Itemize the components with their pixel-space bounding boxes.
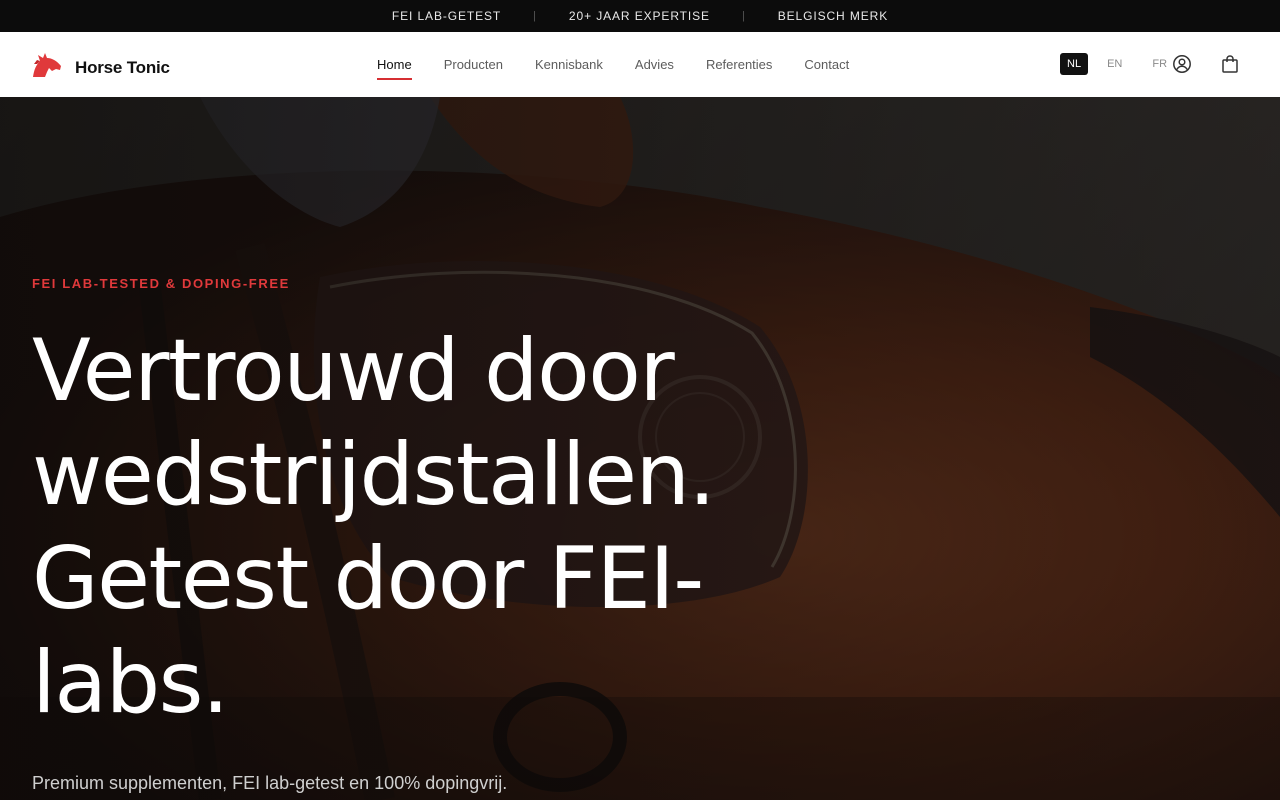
hero-eyebrow: FEI LAB-TESTED & DOPING-FREE — [32, 276, 290, 291]
nav-item-advies[interactable]: Advies — [635, 32, 674, 97]
nav-item-kennisbank[interactable]: Kennisbank — [535, 32, 603, 97]
nav-item-home[interactable]: Home — [377, 32, 412, 97]
lang-fr-button[interactable]: FR — [1145, 53, 1174, 75]
lang-en-button[interactable]: EN — [1100, 53, 1129, 75]
announcement-item: 20+ JAAR EXPERTISE — [568, 9, 710, 23]
hero-subline: Premium supplementen, FEI lab-getest en … — [32, 773, 508, 793]
horse-head-logo-icon — [31, 52, 63, 83]
brand-logo-link[interactable]: Horse Tonic — [31, 52, 170, 83]
announcement-bar: FEI LAB-GETEST | 20+ JAAR EXPERTISE | BE… — [0, 0, 1280, 32]
hero-headline: Vertrouwd door wedstrijdstallen. Getest … — [32, 321, 716, 733]
announcement-item: FEI LAB-GETEST — [391, 9, 502, 23]
hero-section: FEI LAB-TESTED & DOPING-FREE Vertrouwd d… — [0, 97, 1280, 800]
site-header: Horse Tonic Home Producten Kennisbank Ad… — [0, 32, 1280, 97]
language-switcher: NL EN FR — [1060, 53, 1190, 75]
announcement-item: BELGISCH MERK — [777, 9, 889, 23]
nav-item-producten[interactable]: Producten — [444, 32, 503, 97]
nav-item-contact[interactable]: Contact — [804, 32, 849, 97]
lang-nl-button[interactable]: NL — [1060, 53, 1089, 75]
main-nav: Home Producten Kennisbank Advies Referen… — [377, 32, 881, 97]
brand-name: Horse Tonic — [75, 57, 170, 77]
user-icon[interactable] — [1172, 54, 1192, 74]
nav-item-referenties[interactable]: Referenties — [706, 32, 772, 97]
shopping-bag-icon[interactable] — [1220, 54, 1240, 74]
